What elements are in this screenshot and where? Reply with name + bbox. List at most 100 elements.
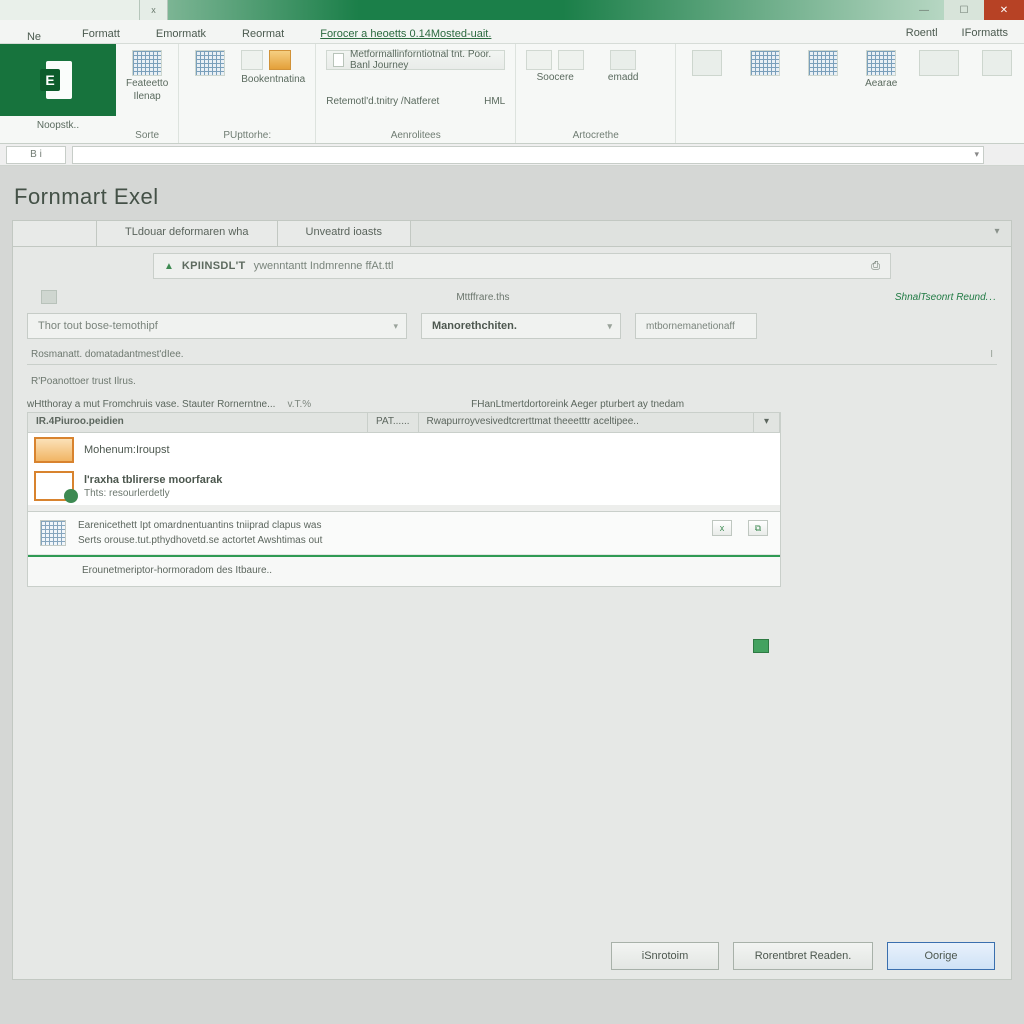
panel-tab-1[interactable]: Unveatrd ioasts: [278, 221, 411, 246]
footer-button-1[interactable]: iSnrotoim: [611, 942, 719, 970]
selection-header: IR.4Piuroo.peidien PAT...... Rwapurroyve…: [28, 413, 780, 433]
list-item-sub2: resourlerdetly: [109, 488, 170, 499]
chevron-down-icon[interactable]: ▾: [974, 149, 979, 160]
triangle-icon: ▲: [164, 261, 174, 272]
refresh-icon[interactable]: ⎙: [871, 260, 880, 273]
ribbon-right-0[interactable]: Roentl: [894, 23, 950, 43]
panel-toolbar: Mttffrare.ths ShnalTseonrt Reund...: [41, 285, 997, 309]
selection-header-extra[interactable]: Rwapurroyvesivedtcrerttmat theeetttr ace…: [419, 413, 754, 432]
split-right-label: FHanLtmertdortoreink Aeger pturbert ay t…: [471, 399, 684, 410]
chevron-down-icon: I: [990, 349, 993, 360]
info-footer: Erounetmeriptor-hormoradom des Itbaure..: [28, 555, 780, 586]
ribbon-btn-label: Feateetto: [126, 78, 168, 89]
grid-icon: [132, 50, 162, 76]
address-code: KPIINSDL'T: [182, 260, 246, 272]
dialog-footer: iSnrotoim Rorentbret Readen. Oorige: [13, 933, 1011, 979]
ribbon-btn-aearae[interactable]: Aearae: [860, 50, 902, 89]
main-stage: Fornmart Exel TLdouar deformaren wha Unv…: [0, 166, 1024, 1024]
ribbon-group-4: Soocere emadd Artocrethe: [516, 44, 676, 143]
green-chip-icon[interactable]: [753, 639, 769, 653]
ribbon-strip[interactable]: Metformallinforntiotnal tnt. Poor. Banl …: [326, 50, 505, 70]
gear-icon: [982, 50, 1012, 76]
panel-tabs: TLdouar deformaren wha Unveatrd ioasts ▾: [13, 221, 1011, 247]
ribbon-tab-0[interactable]: Formatt: [64, 24, 138, 43]
ribbon-btn-grid1[interactable]: Feateetto Ilenap: [126, 50, 168, 102]
wrap-icon: [919, 50, 959, 76]
filter-icon: [692, 50, 722, 76]
selection-header-chev[interactable]: ▾: [754, 413, 780, 432]
svg-text:E: E: [45, 72, 54, 88]
footer-button-primary[interactable]: Oorige: [887, 942, 995, 970]
ribbon-btn-last[interactable]: [976, 50, 1018, 76]
ribbon-right-1[interactable]: IFormatts: [950, 23, 1020, 43]
plus-icon: [610, 50, 636, 70]
page-title: Fornmart Exel: [0, 166, 1024, 220]
panel-tab-0[interactable]: TLdouar deformaren wha: [97, 221, 278, 246]
address-bar[interactable]: ▲ KPIINSDL'T ywenntantt Indmrenne ffAt.t…: [153, 253, 891, 279]
window-minimize-button[interactable]: —: [904, 0, 944, 20]
filter-3-label: mtbornemanetionaff: [646, 321, 735, 332]
ribbon-tab-1[interactable]: Emormatk: [138, 24, 224, 43]
ribbon-row-label: Retemotl'd.tnitry /Natferet: [326, 96, 439, 107]
ribbon-group-label-1: Sorte: [126, 128, 168, 141]
ribbon-btn-label: Aearae: [865, 78, 897, 89]
ribbon-btn-y[interactable]: [686, 50, 728, 76]
title-tab[interactable]: [0, 0, 140, 20]
ribbon-btn-img[interactable]: Soocere: [526, 50, 584, 83]
chevron-down-icon: ▾: [393, 321, 398, 332]
ribbon-group-1: Feateetto Ilenap Sorte: [116, 44, 179, 143]
filter-row: Thor tout bose-temothipf▾ Manorethchiten…: [27, 313, 997, 339]
selection-header-1[interactable]: IR.4Piuroo.peidien: [28, 413, 368, 432]
formula-bar: B i ▾: [0, 144, 1024, 166]
template-thumb-icon: [34, 437, 74, 463]
ribbon: E Noopstk.. Feateetto Ilenap Sorte: [0, 44, 1024, 144]
filter-2[interactable]: Manorethchiten.▾: [421, 313, 621, 339]
ribbon-btn-add[interactable]: emadd: [602, 50, 644, 83]
ribbon-btn-label: Soocere: [537, 72, 574, 83]
excel-chip-icon[interactable]: x: [712, 520, 732, 536]
ribbon-group-2: Bookentnatina PUpttorhe:: [179, 44, 316, 143]
info-line-1: Earenicethett Ipt omardnentuantins tniip…: [78, 520, 322, 531]
chart-icon: [558, 50, 584, 70]
ribbon-btn-pivot[interactable]: [744, 50, 786, 76]
ribbon-mini-icon[interactable]: [241, 50, 263, 70]
list-item[interactable]: Mohenum:Iroupst: [28, 433, 780, 467]
ribbon-group-label-3: Aenrolitees: [326, 128, 505, 141]
filter-3[interactable]: mtbornemanetionaff: [635, 313, 757, 339]
copy-chip-icon[interactable]: ⧉: [748, 520, 768, 536]
formula-input[interactable]: ▾: [72, 146, 984, 164]
grid-icon: [195, 50, 225, 76]
meta-line-2-label: R'Poanottoer trust Ilrus.: [31, 376, 136, 387]
panel-tab-blank[interactable]: [13, 221, 97, 246]
ribbon-file-stub[interactable]: Ne: [4, 31, 64, 43]
ribbon-btn-timeline[interactable]: [802, 50, 844, 76]
cols-icon: [866, 50, 896, 76]
title-bar: x — ☐ ✕: [0, 0, 1024, 20]
toolbar-icon[interactable]: [41, 290, 57, 304]
ribbon-tab-strip: Ne Formatt Emormatk Reormat Forocer a he…: [0, 20, 1024, 44]
toolbar-mid-text: Mttffrare.ths: [456, 292, 509, 303]
ribbon-btn-label: Bookentnatina: [241, 74, 305, 85]
excel-app-icon: E: [40, 59, 76, 101]
ribbon-btn-label: emadd: [608, 72, 639, 83]
window-maximize-button[interactable]: ☐: [944, 0, 984, 20]
footer-button-2[interactable]: Rorentbret Readen.: [733, 942, 873, 970]
title-doc-icon[interactable]: x: [140, 0, 168, 20]
ribbon-tab-2[interactable]: Reormat: [224, 24, 302, 43]
file-tab[interactable]: E: [0, 44, 116, 116]
ribbon-row-hml: HML: [484, 96, 505, 107]
filter-1[interactable]: Thor tout bose-temothipf▾: [27, 313, 407, 339]
info-line-2: Serts orouse.tut.pthydhovetd.se actortet…: [78, 535, 322, 546]
ribbon-tab-active[interactable]: Forocer a heoetts 0.14Mosted-uait.: [302, 24, 509, 43]
ribbon-btn-grid2[interactable]: [189, 50, 231, 76]
ribbon-group-label-2: PUpttorhe:: [189, 128, 305, 141]
toolbar-link[interactable]: ShnalTseonrt Reund...: [895, 292, 997, 303]
window-close-button[interactable]: ✕: [984, 0, 1024, 20]
ribbon-mini-color-icon[interactable]: [269, 50, 291, 70]
meta-line-1[interactable]: Rosmanatt. domatadantmest'dIee. I: [27, 345, 997, 365]
name-box[interactable]: B i: [6, 146, 66, 164]
selection-header-2[interactable]: PAT......: [368, 413, 419, 432]
panel-collapse-icon[interactable]: ▾: [983, 221, 1011, 246]
list-item[interactable]: l'raxha tblirerse moorfarak Thts: resour…: [28, 467, 780, 505]
ribbon-btn-wrap[interactable]: [918, 50, 960, 76]
